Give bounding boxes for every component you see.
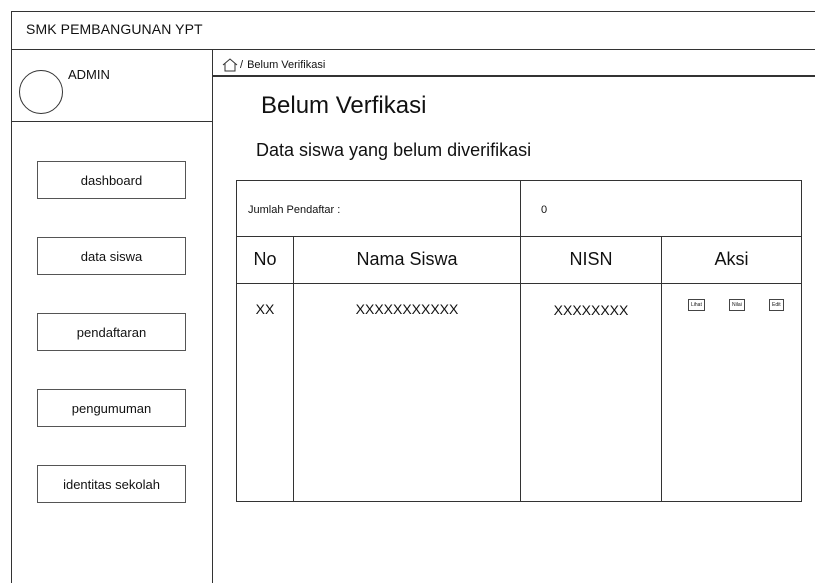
cell-nisn: XXXXXXXX bbox=[553, 302, 629, 318]
cell-nama-siswa: XXXXXXXXXXX bbox=[355, 301, 459, 317]
sidebar-divider bbox=[212, 50, 213, 583]
column-header-nisn: NISN bbox=[569, 249, 613, 269]
page-subtitle: Data siswa yang belum diverifikasi bbox=[256, 140, 532, 160]
edit-button[interactable]: Edit bbox=[769, 299, 784, 311]
column-divider bbox=[520, 181, 521, 501]
summary-row: Jumlah Pendaftar : 0 bbox=[237, 181, 801, 237]
breadcrumb-current: Belum Verifikasi bbox=[247, 59, 326, 71]
app-title: SMK PEMBANGUNAN YPT bbox=[26, 21, 203, 37]
sidebar-item-identitas-sekolah[interactable]: identitas sekolah bbox=[37, 465, 186, 503]
avatar bbox=[19, 70, 63, 114]
home-icon[interactable] bbox=[222, 58, 238, 72]
breadcrumb-separator: / bbox=[240, 59, 244, 71]
admin-name: ADMIN bbox=[68, 67, 110, 82]
summary-label: Jumlah Pendaftar : bbox=[248, 204, 341, 216]
sidebar-item-pendaftaran[interactable]: pendaftaran bbox=[37, 313, 186, 351]
students-table: Jumlah Pendaftar : 0 No Nama Siswa NISN … bbox=[236, 180, 802, 502]
profile-divider bbox=[11, 121, 213, 122]
sidebar-item-pengumuman[interactable]: pengumuman bbox=[37, 389, 186, 427]
cell-no: XX bbox=[255, 301, 275, 317]
sidebar-item-data-siswa[interactable]: data siswa bbox=[37, 237, 186, 275]
column-header-aksi: Aksi bbox=[714, 249, 749, 269]
breadcrumb: / Belum Verifikasi bbox=[222, 57, 325, 73]
page-title: Belum Verfikasi bbox=[261, 92, 427, 119]
view-button[interactable]: Lihat bbox=[688, 299, 705, 311]
summary-value: 0 bbox=[541, 204, 548, 216]
breadcrumb-underline bbox=[213, 75, 815, 77]
sidebar-item-dashboard[interactable]: dashboard bbox=[37, 161, 186, 199]
column-header-no: No bbox=[253, 249, 277, 269]
grade-button[interactable]: Nilai bbox=[729, 299, 745, 311]
column-header-nama-siswa: Nama Siswa bbox=[356, 249, 458, 269]
